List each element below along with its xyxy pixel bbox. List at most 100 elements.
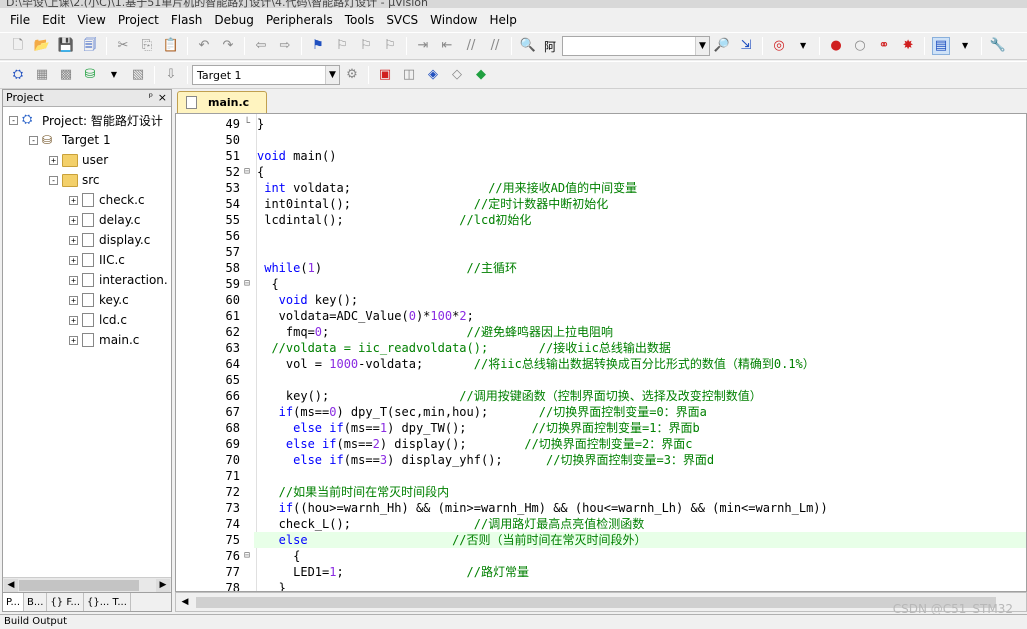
pin-icon[interactable]: ᵖ [149, 90, 153, 106]
panel-tab-templates-tab[interactable]: {}... T... [84, 593, 131, 611]
code-line[interactable]: //voldata = iic_readvoldata(); //接收iic总线… [257, 340, 670, 356]
copy-icon[interactable]: ⎘ [138, 37, 156, 55]
download-icon[interactable]: ⇩ [162, 66, 180, 84]
menu-item-file[interactable]: File [4, 10, 36, 30]
batch-build-icon[interactable]: ⛁ [81, 66, 99, 84]
translate-icon[interactable]: ⛭ [9, 66, 27, 84]
chevron-down-icon[interactable]: ▼ [695, 37, 710, 55]
collapse-icon[interactable]: - [49, 175, 58, 185]
scroll-left-icon[interactable]: ◀ [178, 595, 192, 609]
collapse-icon[interactable]: - [29, 135, 38, 145]
expand-icon[interactable]: + [49, 155, 58, 165]
code-line[interactable]: else if(ms==1) dpy_TW(); //切换界面控制变量=1：界面… [257, 420, 700, 436]
nav-forward-icon[interactable]: ⇨ [276, 37, 294, 55]
panel-tab-books-tab[interactable]: B... [24, 593, 48, 611]
find-text[interactable]: 阿 [544, 38, 556, 55]
code-line[interactable]: voldata=ADC_Value(0)*100*2; [257, 308, 474, 324]
breakpoint-icon[interactable]: ● [827, 37, 845, 55]
save-all-icon[interactable]: 🗐 [81, 37, 99, 55]
dropdown-arrow-icon[interactable]: ▼ [956, 37, 974, 55]
expand-icon[interactable]: + [69, 255, 78, 265]
code-line[interactable]: check_L(); //调用路灯最高点亮值检测函数 [257, 516, 645, 532]
code-area[interactable]: 49 └} 50 51 void main() 52 ⊟{53 int voldata; /… [175, 113, 1027, 592]
select-packs-icon[interactable]: ◫ [400, 66, 418, 84]
tree-item[interactable]: - ⛭ Project: 智能路灯设计 [9, 110, 163, 130]
code-line[interactable]: else if(ms==2) display(); //切换界面控制变量=2：界… [257, 436, 693, 452]
find-in-files-icon[interactable]: 🔍 [519, 37, 537, 55]
fold-toggle-icon[interactable]: ⊟ [244, 276, 254, 292]
tree-item[interactable]: - ⛁ Target 1 [29, 130, 111, 150]
menu-item-tools[interactable]: Tools [339, 10, 381, 30]
stop-build-icon[interactable]: ▧ [129, 66, 147, 84]
tree-item[interactable]: + user [49, 150, 108, 170]
project-scrollbar[interactable]: ◀ ▶ [3, 577, 171, 592]
disable-all-breakpoints-icon[interactable]: ⚭ [875, 37, 893, 55]
scroll-right-icon[interactable]: ▶ [156, 579, 170, 592]
tree-item[interactable]: + delay.c [69, 210, 141, 230]
target-options-icon[interactable]: ⚙ [343, 66, 361, 84]
rebuild-icon[interactable]: ▩ [57, 66, 75, 84]
unindent-icon[interactable]: ⇤ [438, 37, 456, 55]
code-line[interactable]: void key(); [257, 292, 358, 308]
kill-breakpoints-icon[interactable]: ✸ [899, 37, 917, 55]
uncomment-icon[interactable]: // [486, 37, 504, 55]
tree-item[interactable]: + main.c [69, 330, 139, 350]
menu-item-svcs[interactable]: SVCS [380, 10, 424, 30]
redo-icon[interactable]: ↷ [219, 37, 237, 55]
bookmark-icon[interactable]: ⚑ [309, 37, 327, 55]
prev-bookmark-icon[interactable]: ⚐ [333, 37, 351, 55]
indent-icon[interactable]: ⇥ [414, 37, 432, 55]
build-icon[interactable]: ▦ [33, 66, 51, 84]
fold-toggle-icon[interactable]: ⊟ [244, 164, 254, 180]
tree-item[interactable]: + display.c [69, 230, 150, 250]
paste-icon[interactable]: 📋 [162, 37, 180, 55]
menu-item-help[interactable]: Help [483, 10, 522, 30]
code-line[interactable]: while(1) //主循环 [257, 260, 517, 276]
save-icon[interactable]: 💾 [57, 37, 75, 55]
code-line[interactable]: void main() [257, 148, 336, 164]
menu-item-flash[interactable]: Flash [165, 10, 208, 30]
find-combo[interactable]: ▼ [562, 36, 711, 56]
panel-tab-project-tab[interactable]: P... [3, 593, 25, 611]
panel-tab-functions-tab[interactable]: {} F... [47, 593, 85, 611]
comment-icon[interactable]: // [462, 37, 480, 55]
menu-item-view[interactable]: View [71, 10, 111, 30]
dropdown-arrow-icon[interactable]: ▼ [794, 37, 812, 55]
code-line[interactable]: lcdintal(); //lcd初始化 [257, 212, 531, 228]
menu-item-debug[interactable]: Debug [208, 10, 259, 30]
code-line[interactable]: LED1=1; //路灯常量 [257, 564, 529, 580]
code-line[interactable]: int voldata; //用来接收AD值的中间变量 [257, 180, 637, 196]
expand-icon[interactable]: + [69, 275, 78, 285]
code-line[interactable]: //如果当前时间在常灭时间段内 [257, 484, 449, 500]
code-line[interactable]: if((hou>=warnh_Hh) && (min>=warnh_Hm) &&… [257, 500, 828, 516]
code-line[interactable]: { [257, 548, 300, 564]
code-line[interactable]: { [257, 164, 264, 180]
scroll-thumb[interactable] [196, 597, 996, 608]
window-layout-icon[interactable]: ▤ [932, 37, 951, 55]
expand-icon[interactable]: + [69, 215, 78, 225]
code-line[interactable]: else if(ms==3) display_yhf(); //切换界面控制变量… [257, 452, 714, 468]
code-line[interactable]: } [257, 580, 286, 591]
search-icon[interactable]: 🔎 [713, 37, 731, 55]
expand-icon[interactable]: + [69, 315, 78, 325]
cut-icon[interactable]: ✂ [114, 37, 132, 55]
tree-item[interactable]: + key.c [69, 290, 129, 310]
scroll-left-icon[interactable]: ◀ [4, 579, 18, 592]
expand-icon[interactable]: + [69, 235, 78, 245]
expand-icon[interactable]: + [69, 195, 78, 205]
scroll-thumb[interactable] [19, 580, 139, 591]
clear-bookmarks-icon[interactable]: ⚐ [381, 37, 399, 55]
manage-rte-icon[interactable]: ◇ [448, 66, 466, 84]
close-icon[interactable]: × [158, 90, 167, 106]
software-packs-icon[interactable]: ◆ [472, 66, 490, 84]
code-line[interactable]: fmq=0; //避免蜂鸣器因上拉电阻响 [257, 324, 613, 340]
expand-icon[interactable]: + [69, 335, 78, 345]
menu-item-peripherals[interactable]: Peripherals [260, 10, 339, 30]
debug-session-icon[interactable]: ◎ [770, 37, 788, 55]
undo-icon[interactable]: ↶ [195, 37, 213, 55]
open-folder-icon[interactable]: 📂 [33, 37, 51, 55]
collapse-icon[interactable]: - [9, 115, 18, 125]
code-line[interactable]: { [257, 276, 278, 292]
code-line[interactable]: } [257, 116, 264, 132]
disable-breakpoint-icon[interactable]: ○ [851, 37, 869, 55]
